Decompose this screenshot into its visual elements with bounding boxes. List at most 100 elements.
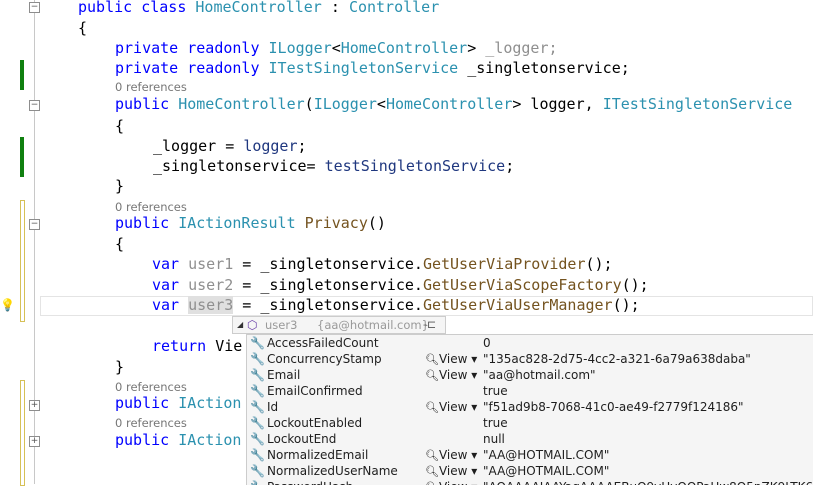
user2-line: var user2 = _singletonservice.GetUserVia… — [152, 276, 649, 294]
datatip-row[interactable]: 🔧 AccessFailedCount 0 — [247, 335, 813, 351]
magnifier-icon: 🔍︎ — [425, 465, 439, 478]
brace: { — [78, 19, 88, 37]
view-dropdown[interactable]: 🔍︎View ▾ — [425, 399, 477, 416]
codelens-references[interactable]: 0 references — [115, 416, 187, 430]
user3-hover-target[interactable]: user3 — [188, 296, 234, 314]
magnifier-icon: 🔍︎ — [425, 449, 439, 462]
change-bar-unsaved — [20, 380, 25, 486]
brace: { — [115, 235, 125, 253]
property-wrench-icon: 🔧 — [250, 384, 265, 398]
view-dropdown[interactable]: 🔍︎View ▾ — [425, 351, 477, 368]
chevron-down-icon: ▾ — [471, 464, 478, 478]
property-value[interactable]: true — [483, 383, 508, 399]
user1-line: var user1 = _singletonservice.GetUserVia… — [152, 255, 613, 273]
property-value[interactable]: "AQAAAAIAAYagAAAAEBuO9vHyQQPaHw8Q5pZK9LT… — [483, 479, 813, 485]
property-name: NormalizedEmail — [267, 448, 369, 462]
property-wrench-icon: 🔧 — [250, 464, 265, 478]
datatip-header[interactable]: ◢ ⬡ user3 {aa@hotmail.com} -⊏ — [232, 316, 446, 334]
property-wrench-icon: 🔧 — [250, 368, 265, 382]
collapsed-method-line: public IAction — [115, 394, 242, 412]
view-dropdown[interactable]: 🔍︎View ▾ — [425, 463, 477, 480]
datatip-row[interactable]: 🔧 EmailConfirmed true — [247, 383, 813, 399]
datatip-row[interactable]: 🔧 NormalizedEmail 🔍︎View ▾ "AA@HOTMAIL.COM" — [247, 447, 813, 463]
property-name: LockoutEnd — [267, 432, 337, 446]
property-name: NormalizedUserName — [267, 464, 398, 478]
property-name: PasswordHash — [267, 479, 353, 485]
collapse-toggle[interactable]: − — [29, 2, 40, 13]
assign-logger-line: _logger = logger; — [153, 137, 307, 155]
view-dropdown[interactable]: 🔍︎View ▾ — [425, 367, 477, 384]
outline-margin — [34, 0, 35, 484]
change-bar-saved — [20, 60, 24, 90]
brace: } — [115, 358, 125, 376]
view-label: View — [438, 464, 468, 478]
assign-singleton-line: _singletonservice= testSingletonService; — [153, 157, 515, 175]
collapse-arrow-icon[interactable]: ◢ — [237, 320, 243, 329]
expand-toggle[interactable]: + — [29, 436, 40, 447]
collapse-toggle[interactable]: − — [29, 100, 40, 111]
property-value[interactable]: "aa@hotmail.com" — [483, 367, 596, 383]
property-value[interactable]: 0 — [483, 335, 491, 351]
property-name: EmailConfirmed — [267, 384, 363, 398]
property-name: ConcurrencyStamp — [267, 352, 382, 366]
property-name: Id — [267, 400, 279, 414]
view-dropdown[interactable]: 🔍︎View ▾ — [425, 447, 477, 464]
property-value[interactable]: "f51ad9b8-7068-41c0-ae49-f2779f124186" — [483, 399, 744, 415]
codelens-references[interactable]: 0 references — [115, 380, 187, 394]
datatip-row[interactable]: 🔧 ConcurrencyStamp 🔍︎View ▾ "135ac828-2d75-… — [247, 351, 813, 367]
change-bar-saved — [20, 137, 24, 177]
chevron-down-icon: ▾ — [471, 448, 478, 462]
view-label: View — [438, 400, 468, 414]
collapsed-method-line: public IAction — [115, 431, 242, 449]
datatip-row[interactable]: 🔧 Id 🔍︎View ▾ "f51ad9b8-7068-41c0-ae49-f277… — [247, 399, 813, 415]
magnifier-icon: 🔍︎ — [425, 369, 439, 382]
property-name: AccessFailedCount — [267, 336, 379, 350]
change-bar-unsaved — [20, 200, 25, 322]
magnifier-icon: 🔍︎ — [425, 401, 439, 414]
field-singleton-line: private readonly ITestSingletonService _… — [115, 59, 630, 77]
datatip-row[interactable]: 🔧 LockoutEnabled true — [247, 415, 813, 431]
view-dropdown[interactable]: 🔍︎View ▾ — [425, 479, 477, 485]
magnifier-icon: 🔍︎ — [425, 353, 439, 366]
property-wrench-icon: 🔧 — [250, 416, 265, 430]
property-wrench-icon: 🔧 — [250, 336, 265, 350]
magnifier-icon: 🔍︎ — [425, 481, 439, 485]
view-label: View — [438, 352, 468, 366]
codelens-references[interactable]: 0 references — [115, 80, 187, 94]
constructor-line: public HomeController(ILogger<HomeContro… — [115, 95, 793, 113]
user3-line: var user3 = _singletonservice.GetUserVia… — [152, 296, 640, 314]
datatip-variable-name: user3 — [265, 318, 298, 332]
view-label: View — [438, 368, 468, 382]
property-wrench-icon: 🔧 — [250, 448, 265, 462]
brace: } — [115, 177, 125, 195]
chevron-down-icon: ▾ — [471, 480, 477, 485]
property-value[interactable]: "135ac828-2d75-4cc2-a321-6a79a638daba" — [483, 351, 751, 367]
datatip-variable-value[interactable]: {aa@hotmail.com} — [317, 318, 429, 332]
chevron-down-icon: ▾ — [471, 368, 478, 382]
return-line: return Vie — [152, 337, 243, 355]
datatip-row[interactable]: 🔧 LockoutEnd null — [247, 431, 813, 447]
view-label: View — [438, 448, 468, 462]
property-value[interactable]: true — [483, 415, 508, 431]
object-icon: ⬡ — [247, 318, 258, 332]
property-value[interactable]: "AA@HOTMAIL.COM" — [483, 463, 609, 479]
codelens-references[interactable]: 0 references — [115, 200, 187, 214]
property-value[interactable]: "AA@HOTMAIL.COM" — [483, 447, 609, 463]
property-name: Email — [267, 368, 301, 382]
lightbulb-icon[interactable]: 💡 — [0, 298, 15, 312]
property-wrench-icon: 🔧 — [250, 432, 265, 446]
class-declaration-line: public class HomeController : Controller — [78, 0, 440, 16]
chevron-down-icon: ▾ — [471, 400, 478, 414]
property-value[interactable]: null — [483, 431, 505, 447]
view-label: View — [439, 480, 467, 485]
datatip-row[interactable]: 🔧 Email 🔍︎View ▾ "aa@hotmail.com" — [247, 367, 813, 383]
property-name: LockoutEnabled — [267, 416, 363, 430]
expand-toggle[interactable]: + — [29, 400, 40, 411]
pin-icon[interactable]: -⊏ — [423, 318, 436, 331]
property-wrench-icon: 🔧 — [250, 352, 265, 366]
datatip-row[interactable]: 🔧PasswordHash 🔍︎View ▾ "AQAAAAIAAYagAAAAEB… — [247, 479, 813, 485]
collapse-toggle[interactable]: − — [29, 219, 40, 230]
datatip-row[interactable]: 🔧 NormalizedUserName 🔍︎View ▾ "AA@HOTMAIL.C… — [247, 463, 813, 479]
chevron-down-icon: ▾ — [471, 352, 478, 366]
brace: { — [115, 117, 125, 135]
